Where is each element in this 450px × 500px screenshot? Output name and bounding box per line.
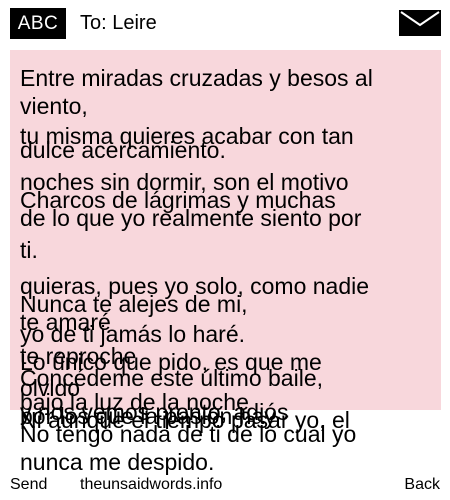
message-line: viento, [20, 93, 88, 119]
message-line: No tengo nada de ti de lo cual yo [20, 421, 357, 447]
compose-screen: ABC To: Leire Entre miradas cruzadas y b… [0, 0, 450, 500]
message-line: de lo que yo realmente siento por [20, 205, 362, 231]
message-line: ti. [20, 237, 38, 263]
softkey-bar: Send theunsaidwords.info Back [0, 472, 450, 498]
message-line: Entre miradas cruzadas y besos al [20, 65, 373, 91]
back-button[interactable]: Back [404, 472, 440, 498]
message-line: dulce acercamiento. [20, 137, 226, 163]
site-label: theunsaidwords.info [80, 476, 223, 493]
input-mode-badge[interactable]: ABC [10, 8, 66, 39]
recipient-field[interactable]: To: Leire [80, 10, 157, 37]
envelope-icon [399, 10, 441, 36]
send-button[interactable]: Send [10, 472, 47, 498]
compose-header: ABC To: Leire [0, 0, 450, 46]
